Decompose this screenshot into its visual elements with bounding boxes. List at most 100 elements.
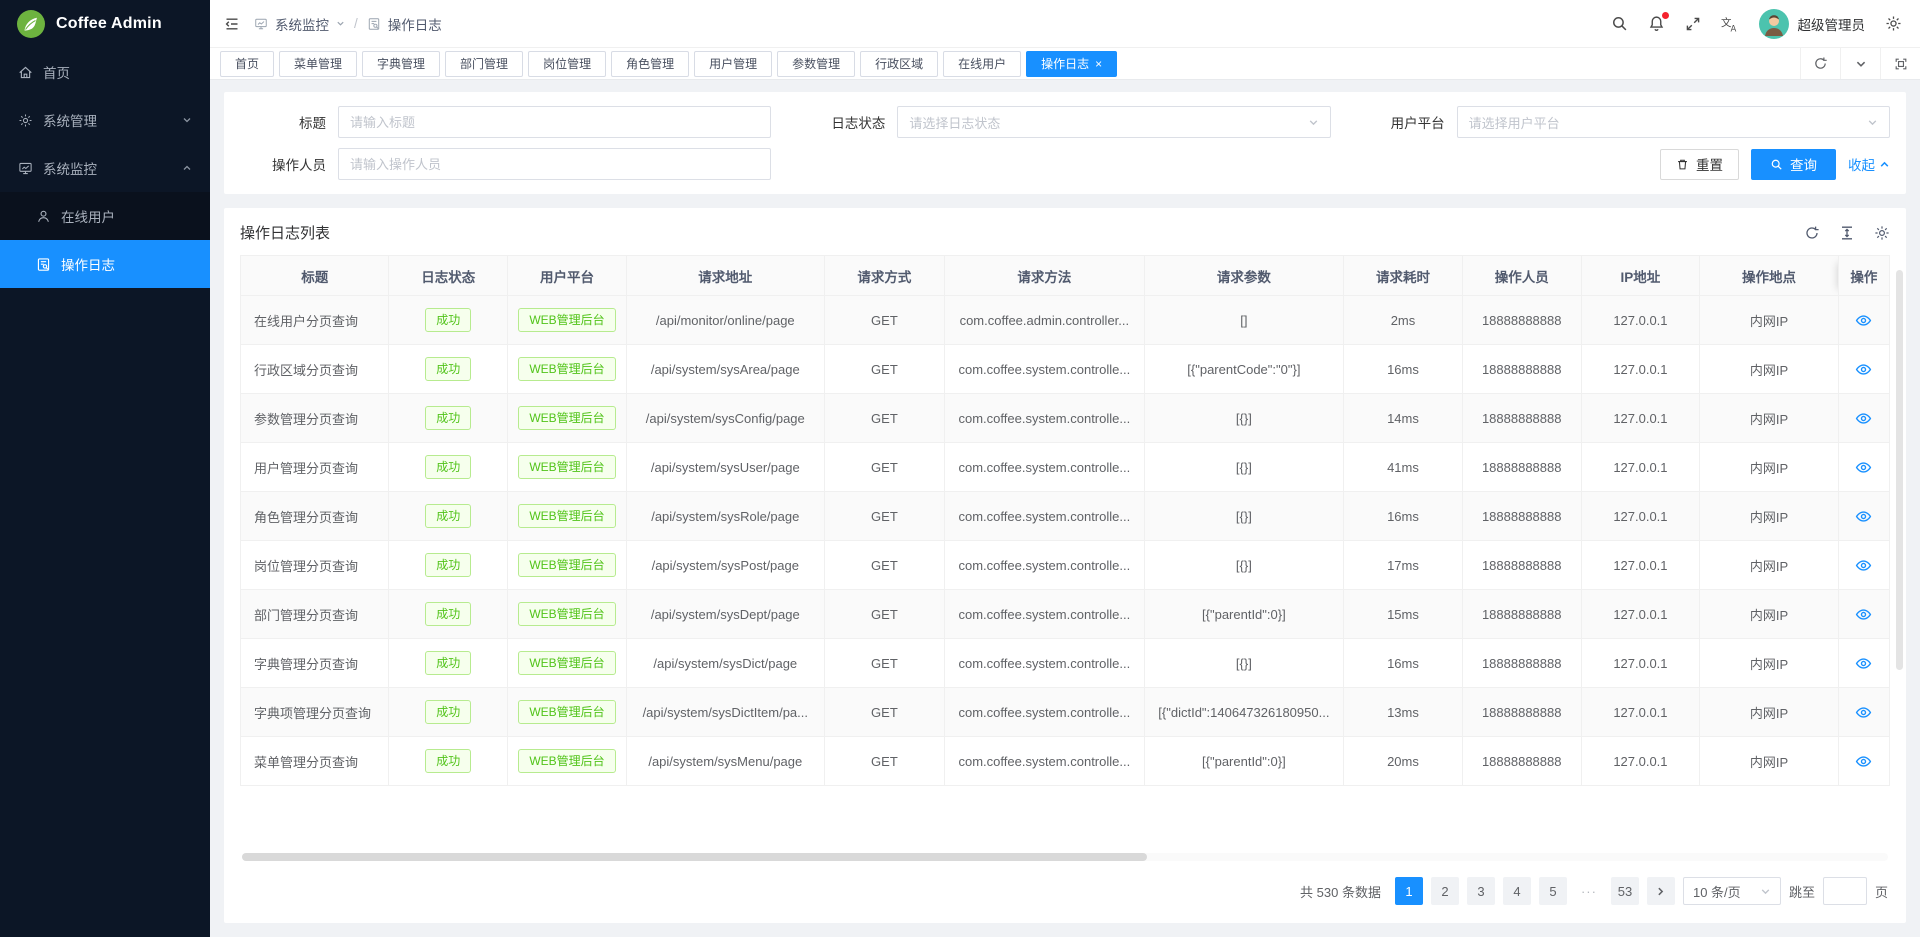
scrollbar-thumb[interactable]: [242, 853, 1147, 861]
tab[interactable]: 部门管理 ×: [445, 51, 523, 77]
reset-button[interactable]: 重置: [1660, 149, 1739, 180]
settings-gear-icon[interactable]: [1885, 15, 1902, 32]
sidebar-item-operation-log[interactable]: 操作日志: [0, 240, 210, 288]
page-button[interactable]: 4: [1503, 877, 1531, 905]
cell-log-status: 成功: [389, 492, 508, 541]
row-height-icon[interactable]: [1839, 225, 1855, 241]
column-header: 请求方法: [945, 256, 1145, 296]
tab[interactable]: 岗位管理 ×: [528, 51, 606, 77]
cell-operator: 18888888888: [1462, 688, 1581, 737]
page-button[interactable]: 2: [1431, 877, 1459, 905]
cell-operator: 18888888888: [1462, 590, 1581, 639]
refresh-icon[interactable]: [1800, 48, 1840, 79]
cell-location: 内网IP: [1700, 394, 1839, 443]
translate-icon[interactable]: 文A: [1721, 15, 1739, 33]
page-size-select[interactable]: 10 条/页: [1683, 877, 1781, 905]
breadcrumb-menu[interactable]: 系统监控: [275, 14, 329, 34]
chevron-down-icon[interactable]: [1840, 48, 1880, 79]
chevron-down-icon: [1760, 886, 1771, 897]
column-settings-gear-icon[interactable]: [1874, 225, 1890, 241]
sidebar-item-online-users[interactable]: 在线用户: [0, 192, 210, 240]
view-detail-eye-icon[interactable]: [1855, 508, 1872, 525]
tab[interactable]: 菜单管理 ×: [279, 51, 357, 77]
maximize-icon[interactable]: [1880, 48, 1920, 79]
sidebar-item-system-monitor[interactable]: 系统监控: [0, 144, 210, 192]
log-status-select[interactable]: 请选择日志状态: [897, 106, 1330, 138]
view-detail-eye-icon[interactable]: [1855, 655, 1872, 672]
refresh-icon[interactable]: [1804, 225, 1820, 241]
tab[interactable]: 行政区域 ×: [860, 51, 938, 77]
next-page-button[interactable]: [1647, 877, 1675, 905]
view-detail-eye-icon[interactable]: [1855, 312, 1872, 329]
notification-bell-icon[interactable]: [1648, 15, 1665, 32]
tab[interactable]: 操作日志 ×: [1026, 51, 1117, 77]
title-input[interactable]: [350, 115, 759, 130]
horizontal-scrollbar[interactable]: [242, 853, 1888, 861]
close-icon[interactable]: ×: [1095, 58, 1102, 70]
cell-operator: 18888888888: [1462, 443, 1581, 492]
tab-label: 菜单管理: [294, 55, 342, 72]
cell-request-method: GET: [824, 345, 944, 394]
sidebar: Coffee Admin 首页 系统管理 系统监控 在线用户 操作日志: [0, 0, 210, 937]
collapse-sidebar-icon[interactable]: [224, 16, 240, 32]
platform-badge: WEB管理后台: [518, 308, 615, 332]
operator-input[interactable]: [350, 157, 759, 172]
view-detail-eye-icon[interactable]: [1855, 361, 1872, 378]
search-button[interactable]: 查询: [1751, 149, 1836, 180]
jump-page-input[interactable]: [1823, 877, 1867, 905]
cell-request-url: /api/system/sysMenu/page: [626, 737, 824, 786]
cell-actions: [1838, 394, 1889, 443]
vertical-scrollbar[interactable]: [1896, 270, 1903, 670]
table-row: 在线用户分页查询 成功 WEB管理后台 /api/monitor/online/…: [241, 296, 1890, 345]
tab[interactable]: 字典管理 ×: [362, 51, 440, 77]
user-platform-select[interactable]: 请选择用户平台: [1457, 106, 1890, 138]
gear-icon: [18, 113, 33, 128]
table-row: 字典管理分页查询 成功 WEB管理后台 /api/system/sysDict/…: [241, 639, 1890, 688]
view-detail-eye-icon[interactable]: [1855, 459, 1872, 476]
cell-log-status: 成功: [389, 737, 508, 786]
search-icon[interactable]: [1611, 15, 1628, 32]
cell-request-method: GET: [824, 492, 944, 541]
page-button[interactable]: 5: [1539, 877, 1567, 905]
column-header: 请求地址: [626, 256, 824, 296]
table-row: 用户管理分页查询 成功 WEB管理后台 /api/system/sysUser/…: [241, 443, 1890, 492]
tab[interactable]: 角色管理 ×: [611, 51, 689, 77]
view-detail-eye-icon[interactable]: [1855, 606, 1872, 623]
cell-actions: [1838, 590, 1889, 639]
cell-platform: WEB管理后台: [508, 688, 627, 737]
cell-actions: [1838, 639, 1889, 688]
log-icon: [36, 257, 51, 272]
collapse-filter-link[interactable]: 收起: [1848, 154, 1890, 174]
view-detail-eye-icon[interactable]: [1855, 704, 1872, 721]
cell-location: 内网IP: [1700, 443, 1839, 492]
cell-location: 内网IP: [1700, 296, 1839, 345]
page-button[interactable]: 53: [1611, 877, 1639, 905]
page-button[interactable]: 3: [1467, 877, 1495, 905]
tabbar-controls: [1800, 48, 1920, 79]
status-badge: 成功: [425, 553, 471, 577]
platform-badge: WEB管理后台: [518, 602, 615, 626]
content: 标题 日志状态 请选择日志状态 用户平台 请选择用户平台: [210, 80, 1920, 937]
view-detail-eye-icon[interactable]: [1855, 410, 1872, 427]
tab[interactable]: 首页 ×: [220, 51, 274, 77]
cell-ip: 127.0.0.1: [1581, 590, 1700, 639]
tab[interactable]: 在线用户 ×: [943, 51, 1021, 77]
cell-actions: [1838, 492, 1889, 541]
sidebar-item-home[interactable]: 首页: [0, 48, 210, 96]
log-status-label: 日志状态: [799, 112, 885, 132]
cell-request-handler: com.coffee.admin.controller...: [945, 296, 1145, 345]
cell-request-method: GET: [824, 737, 944, 786]
page-button[interactable]: ···: [1575, 877, 1603, 905]
page-button[interactable]: 1: [1395, 877, 1423, 905]
sidebar-item-system-management[interactable]: 系统管理: [0, 96, 210, 144]
tab[interactable]: 用户管理 ×: [694, 51, 772, 77]
cell-request-time: 15ms: [1344, 590, 1463, 639]
cell-ip: 127.0.0.1: [1581, 394, 1700, 443]
cell-request-time: 16ms: [1344, 345, 1463, 394]
user-menu[interactable]: 超级管理员: [1759, 9, 1866, 39]
view-detail-eye-icon[interactable]: [1855, 557, 1872, 574]
topbar-actions: 文A 超级管理员: [1611, 9, 1903, 39]
tab[interactable]: 参数管理 ×: [777, 51, 855, 77]
view-detail-eye-icon[interactable]: [1855, 753, 1872, 770]
fullscreen-icon[interactable]: [1685, 16, 1701, 32]
